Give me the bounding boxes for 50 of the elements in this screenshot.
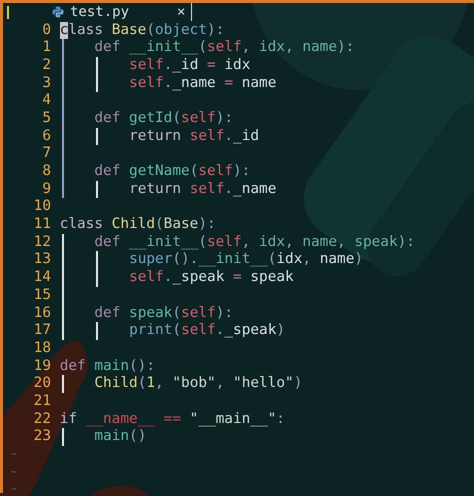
line-number: 10 <box>32 198 51 216</box>
line-number: 6 <box>41 128 51 146</box>
line-number: 2 <box>41 56 51 75</box>
line-number: 15 <box>32 286 51 304</box>
code-line: self._speak = speak <box>129 269 294 287</box>
code-line: Child(1, "bob", "hello") <box>94 375 302 393</box>
code-line: main() <box>94 428 146 446</box>
line-number: 3 <box>41 74 51 92</box>
line-number: 9 <box>41 180 51 198</box>
line-number: 5 <box>41 110 51 128</box>
code-line: class Child(Base): <box>60 216 216 234</box>
code-line: super().__init__(idx, name) <box>129 251 364 270</box>
line-number: 17 <box>32 322 51 340</box>
code-line: def getId(self): <box>94 110 234 128</box>
python-file-icon <box>52 6 64 18</box>
line-number: 8 <box>41 163 51 181</box>
empty-line-marker: ~ <box>10 483 18 496</box>
code-line: def getName(self): <box>94 163 250 181</box>
line-number: 12 <box>32 234 51 252</box>
line-number: 19 <box>32 358 51 376</box>
close-icon[interactable]: × <box>177 4 186 20</box>
line-number: 13 <box>32 251 51 270</box>
line-number: 1 <box>41 39 51 57</box>
line-number: 7 <box>41 145 51 163</box>
code-line: return self._id <box>129 128 260 146</box>
line-number: 14 <box>32 269 51 287</box>
wallpaper-shape <box>90 486 150 496</box>
code-line: def main(): <box>60 358 155 376</box>
empty-line-marker: ~ <box>10 466 18 480</box>
code-line: if __name__ == "__main__": <box>60 410 285 428</box>
line-number: 11 <box>32 216 51 234</box>
code-line: self._name = name <box>129 74 276 92</box>
active-tab-marker <box>7 6 9 19</box>
line-number: 22 <box>32 410 51 428</box>
code-line: self._id = idx <box>129 56 250 75</box>
code-line: class Base(object): <box>60 22 224 40</box>
line-number: 16 <box>32 304 51 322</box>
code-line: print(self._speak) <box>129 322 286 340</box>
file-tab[interactable]: test.py × <box>52 3 192 22</box>
line-number: 21 <box>32 392 51 411</box>
line-number: 23 <box>32 428 51 446</box>
code-line: return self._name <box>129 180 276 198</box>
code-line: def __init__(self, idx, name, speak): <box>94 234 415 252</box>
line-number: 20 <box>32 375 51 393</box>
line-number: 4 <box>41 92 51 110</box>
line-number: 0 <box>41 22 51 40</box>
code-line: def __init__(self, idx, name): <box>94 39 354 57</box>
code-line: def speak(self): <box>94 304 234 322</box>
line-number: 18 <box>32 340 51 358</box>
empty-line-marker: ~ <box>10 448 18 462</box>
